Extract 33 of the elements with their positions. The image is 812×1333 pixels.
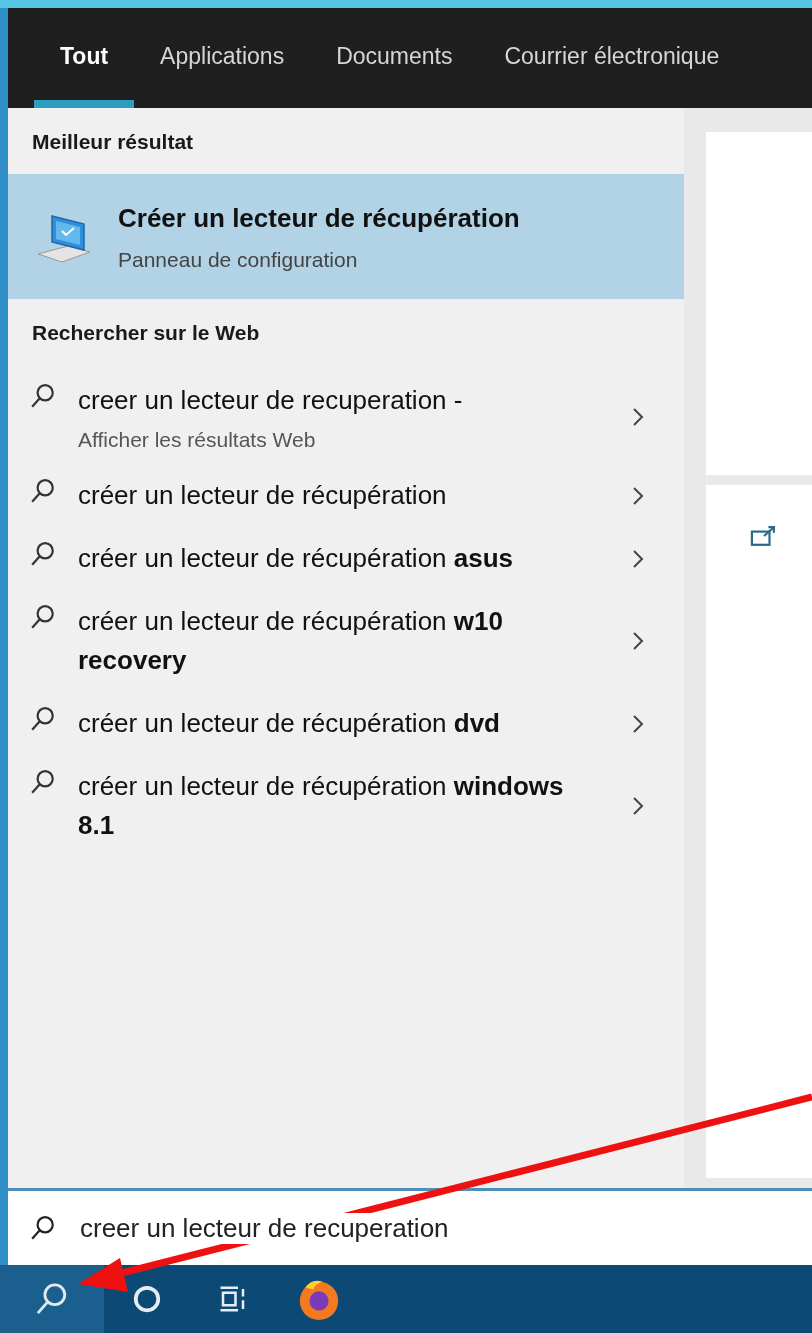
filter-tab[interactable]: Documents xyxy=(310,8,479,108)
search-icon xyxy=(35,1282,69,1316)
chevron-right-icon[interactable] xyxy=(632,485,644,506)
chevron-right-icon[interactable] xyxy=(632,631,644,651)
search-icon xyxy=(30,383,56,409)
web-suggestion[interactable]: créer un lecteur de récupération windows 8.1 xyxy=(78,767,598,845)
open-external-icon[interactable] xyxy=(750,525,778,547)
search-icon xyxy=(30,478,56,504)
search-icon xyxy=(30,769,56,795)
search-icon xyxy=(30,1215,56,1241)
search-icon xyxy=(30,604,56,630)
section-heading: Meilleur résultat xyxy=(31,129,195,155)
web-suggestion[interactable]: creer un lecteur de recuperation - xyxy=(78,381,598,420)
result-title: Créer un lecteur de récupération xyxy=(118,203,520,234)
filter-tab[interactable]: Courrier électronique xyxy=(478,8,746,108)
web-suggestion[interactable]: créer un lecteur de récupération dvd xyxy=(78,704,598,743)
chevron-right-icon[interactable] xyxy=(632,796,644,816)
filter-tab[interactable]: Applications xyxy=(134,8,311,108)
suggestion-subtitle: Afficher les résultats Web xyxy=(78,428,317,452)
filter-tab[interactable]: Tout xyxy=(34,8,135,108)
circle-icon xyxy=(132,1284,162,1314)
chevron-right-icon[interactable] xyxy=(632,713,644,734)
search-icon xyxy=(30,706,56,732)
search-icon xyxy=(30,541,56,567)
chevron-right-icon[interactable] xyxy=(632,548,644,569)
web-suggestion[interactable]: créer un lecteur de récupération w10 recovery xyxy=(78,602,598,680)
taskbar-button[interactable] xyxy=(0,1265,104,1333)
section-heading: Rechercher sur le Web xyxy=(31,320,261,346)
result-subtitle: Panneau de configuration xyxy=(118,248,359,272)
web-suggestion[interactable]: créer un lecteur de récupération asus xyxy=(78,539,598,578)
chevron-right-icon[interactable] xyxy=(632,406,644,427)
web-suggestion[interactable]: créer un lecteur de récupération xyxy=(78,476,598,515)
best-match-result[interactable]: Créer un lecteur de récupération Panneau de configuration xyxy=(8,174,684,299)
